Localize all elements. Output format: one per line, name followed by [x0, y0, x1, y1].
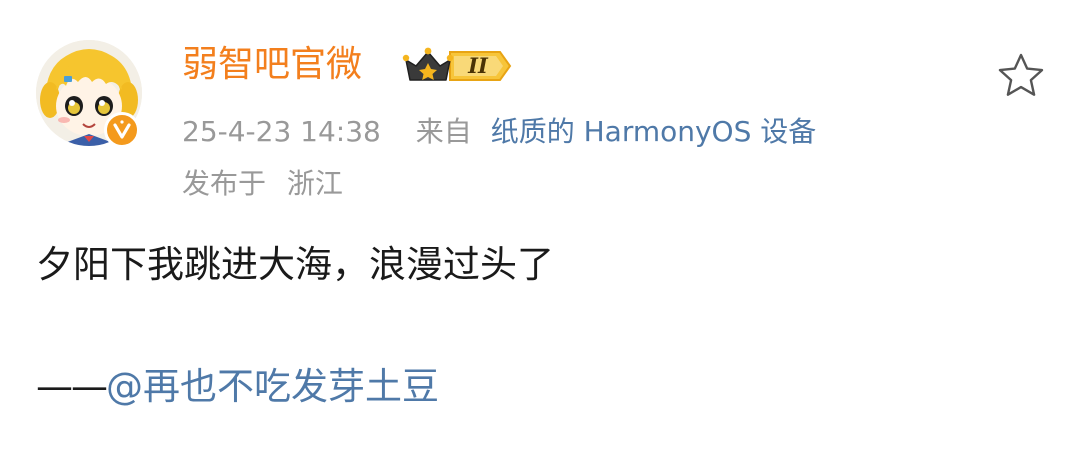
signature-dash: —— — [36, 365, 108, 408]
crown-member-badge-icon[interactable]: II — [402, 46, 512, 86]
post-text: 夕阳下我跳进大海，浪漫过头了 — [36, 243, 554, 286]
location-label: 发布于 — [182, 167, 267, 200]
post-meta-row: 25-4-23 14:38 来自 纸质的 HarmonyOS 设备 — [182, 112, 816, 152]
user-name[interactable]: 弱智吧官微 — [182, 40, 362, 90]
verified-v-badge-icon — [104, 112, 140, 148]
post-location-row: 发布于 浙江 — [182, 164, 343, 204]
member-level-label: II — [468, 53, 488, 78]
weibo-post-card: 弱智吧官微 II 25-4-23 14:38 来自 纸质的 HarmonyOS … — [0, 0, 1080, 449]
location-value: 浙江 — [286, 167, 343, 200]
post-signature: ——@再也不吃发芽土豆 — [36, 362, 439, 412]
source-prefix: 来自 — [415, 115, 472, 148]
mention-link[interactable]: @再也不吃发芽土豆 — [106, 365, 439, 408]
avatar-container — [36, 40, 142, 148]
post-time: 25-4-23 14:38 — [182, 115, 381, 148]
source-device-link[interactable]: 纸质的 HarmonyOS 设备 — [491, 115, 817, 148]
star-outline-icon[interactable] — [996, 52, 1046, 98]
